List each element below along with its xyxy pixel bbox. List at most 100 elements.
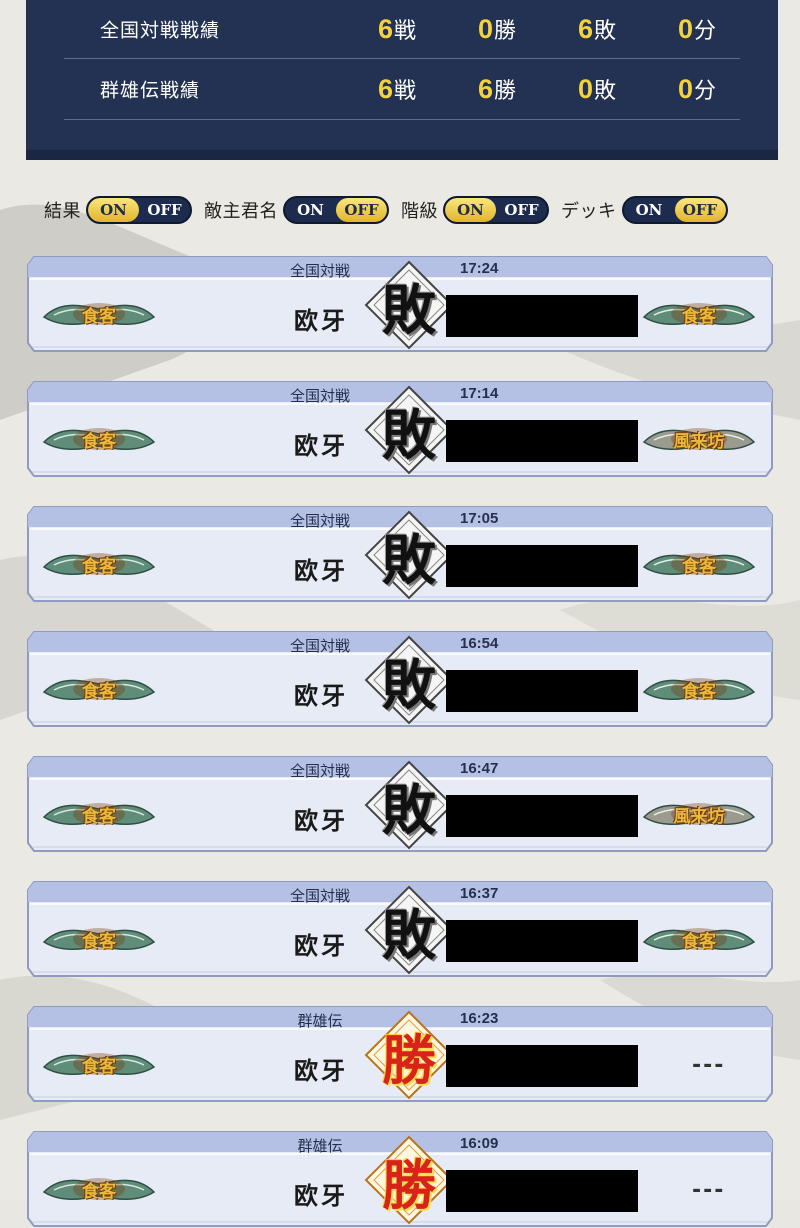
stat-row-national: 全国対戦戦績 6戦 0勝 6敗 0分 (64, 0, 740, 59)
player-rank-badge: 食客 (40, 422, 158, 456)
filter-label-enemy-name: 敵主君名 (204, 201, 278, 222)
battle-card[interactable]: 群雄伝 16:23 欧牙 勝 食客 --- (26, 1005, 774, 1103)
opponent-rank-badge: 食客 (640, 297, 758, 331)
result-stamp-win: 勝 (364, 1010, 454, 1100)
result-stamp-lose: 敗 (364, 260, 454, 350)
filter-label-deck: デッキ (561, 201, 617, 222)
player-name: 欧牙 (294, 556, 348, 585)
badge-label: 食客 (682, 931, 716, 952)
toggle-off[interactable]: OFF (336, 198, 387, 222)
stat-label: 群雄伝戦績 (100, 79, 201, 102)
stat-losses: 0敗 (578, 74, 617, 104)
battle-time: 16:23 (460, 1010, 499, 1027)
panel-bottom-bar (26, 150, 778, 160)
player-name: 欧牙 (294, 431, 348, 460)
battle-time: 17:14 (460, 385, 499, 402)
stat-losses: 6敗 (578, 14, 617, 44)
opponent-rank-badge: 風来坊 (640, 797, 758, 831)
filter-bar: 結果 ON OFF 敵主君名 ON OFF 階級 ON OFF デッキ ON O… (44, 193, 740, 227)
badge-label: 風来坊 (673, 806, 725, 827)
toggle-result[interactable]: ON OFF (86, 196, 192, 224)
stat-row-gunyuden: 群雄伝戦績 6戦 6勝 0敗 0分 (64, 59, 740, 120)
player-rank-badge: 食客 (40, 1047, 158, 1081)
redacted-opponent-name (446, 795, 638, 837)
opponent-rank-badge: 食客 (640, 672, 758, 706)
badge-label: 食客 (82, 931, 116, 952)
result-stamp-lose: 敗 (364, 385, 454, 475)
opponent-rank-badge: 食客 (640, 922, 758, 956)
player-name: 欧牙 (294, 681, 348, 710)
toggle-enemy-name[interactable]: ON OFF (283, 196, 389, 224)
opponent-rank-none: --- (692, 1178, 726, 1203)
toggle-off[interactable]: OFF (139, 198, 190, 222)
battle-card[interactable]: 全国対戦 17:05 欧牙 敗 食客 食客 (26, 505, 774, 603)
redacted-opponent-name (446, 1170, 638, 1212)
battle-card[interactable]: 群雄伝 16:09 欧牙 勝 食客 --- (26, 1130, 774, 1228)
toggle-on[interactable]: ON (88, 198, 139, 222)
stats-table: 全国対戦戦績 6戦 0勝 6敗 0分 群雄伝戦績 6戦 6勝 0敗 0分 (64, 0, 740, 120)
stat-wins: 0勝 (478, 14, 517, 44)
result-text: 勝 (382, 1027, 436, 1092)
toggle-off[interactable]: OFF (674, 198, 726, 222)
toggle-on[interactable]: ON (445, 198, 496, 222)
badge-label: 食客 (82, 806, 116, 827)
redacted-opponent-name (446, 295, 638, 337)
toggle-rank[interactable]: ON OFF (443, 196, 549, 224)
stat-draws: 0分 (678, 74, 717, 104)
player-rank-badge: 食客 (40, 797, 158, 831)
redacted-opponent-name (446, 670, 638, 712)
badge-label: 食客 (682, 556, 716, 577)
redacted-opponent-name (446, 920, 638, 962)
result-text: 敗 (382, 527, 436, 592)
player-name: 欧牙 (294, 1056, 348, 1085)
opponent-rank-badge: 食客 (640, 547, 758, 581)
badge-label: 食客 (82, 306, 116, 327)
battle-card[interactable]: 全国対戦 17:14 欧牙 敗 食客 風来坊 (26, 380, 774, 478)
result-text: 勝 (382, 1152, 436, 1217)
result-text: 敗 (382, 277, 436, 342)
filter-label-rank: 階級 (401, 201, 438, 222)
toggle-off[interactable]: OFF (496, 198, 547, 222)
result-text: 敗 (382, 902, 436, 967)
result-text: 敗 (382, 402, 436, 467)
battle-card[interactable]: 全国対戦 17:24 欧牙 敗 食客 食客 (26, 255, 774, 353)
player-rank-badge: 食客 (40, 672, 158, 706)
redacted-opponent-name (446, 420, 638, 462)
badge-label: 食客 (682, 306, 716, 327)
battle-card[interactable]: 全国対戦 16:37 欧牙 敗 食客 食客 (26, 880, 774, 978)
player-rank-badge: 食客 (40, 297, 158, 331)
battle-time: 17:05 (460, 510, 499, 527)
player-name: 欧牙 (294, 931, 348, 960)
battle-time: 17:24 (460, 260, 499, 277)
player-name: 欧牙 (294, 1181, 348, 1210)
player-rank-badge: 食客 (40, 922, 158, 956)
opponent-rank-none: --- (692, 1053, 726, 1078)
badge-label: 風来坊 (673, 431, 725, 452)
opponent-rank-badge: 風来坊 (640, 422, 758, 456)
result-stamp-lose: 敗 (364, 635, 454, 725)
badge-label: 食客 (82, 1056, 116, 1077)
player-name: 欧牙 (294, 806, 348, 835)
player-name: 欧牙 (294, 306, 348, 335)
toggle-on[interactable]: ON (285, 198, 336, 222)
stat-battles: 6戦 (378, 74, 417, 104)
badge-label: 食客 (82, 556, 116, 577)
battle-card[interactable]: 全国対戦 16:54 欧牙 敗 食客 食客 (26, 630, 774, 728)
stat-draws: 0分 (678, 14, 717, 44)
stat-battles: 6戦 (378, 14, 417, 44)
result-stamp-lose: 敗 (364, 885, 454, 975)
player-rank-badge: 食客 (40, 1172, 158, 1206)
result-stamp-lose: 敗 (364, 510, 454, 600)
battle-card[interactable]: 全国対戦 16:47 欧牙 敗 食客 風来坊 (26, 755, 774, 853)
badge-label: 食客 (82, 431, 116, 452)
toggle-on[interactable]: ON (624, 198, 675, 222)
battle-summary-panel: 全国対戦戦績 6戦 0勝 6敗 0分 群雄伝戦績 6戦 6勝 0敗 0分 (26, 0, 778, 160)
toggle-deck[interactable]: ON OFF (621, 196, 728, 224)
badge-label: 食客 (82, 1181, 116, 1202)
filter-label-result: 結果 (44, 201, 81, 222)
battle-time: 16:47 (460, 760, 499, 777)
battle-time: 16:37 (460, 885, 499, 902)
battle-time: 16:09 (460, 1135, 499, 1152)
result-stamp-win: 勝 (364, 1135, 454, 1225)
result-text: 敗 (382, 777, 436, 842)
